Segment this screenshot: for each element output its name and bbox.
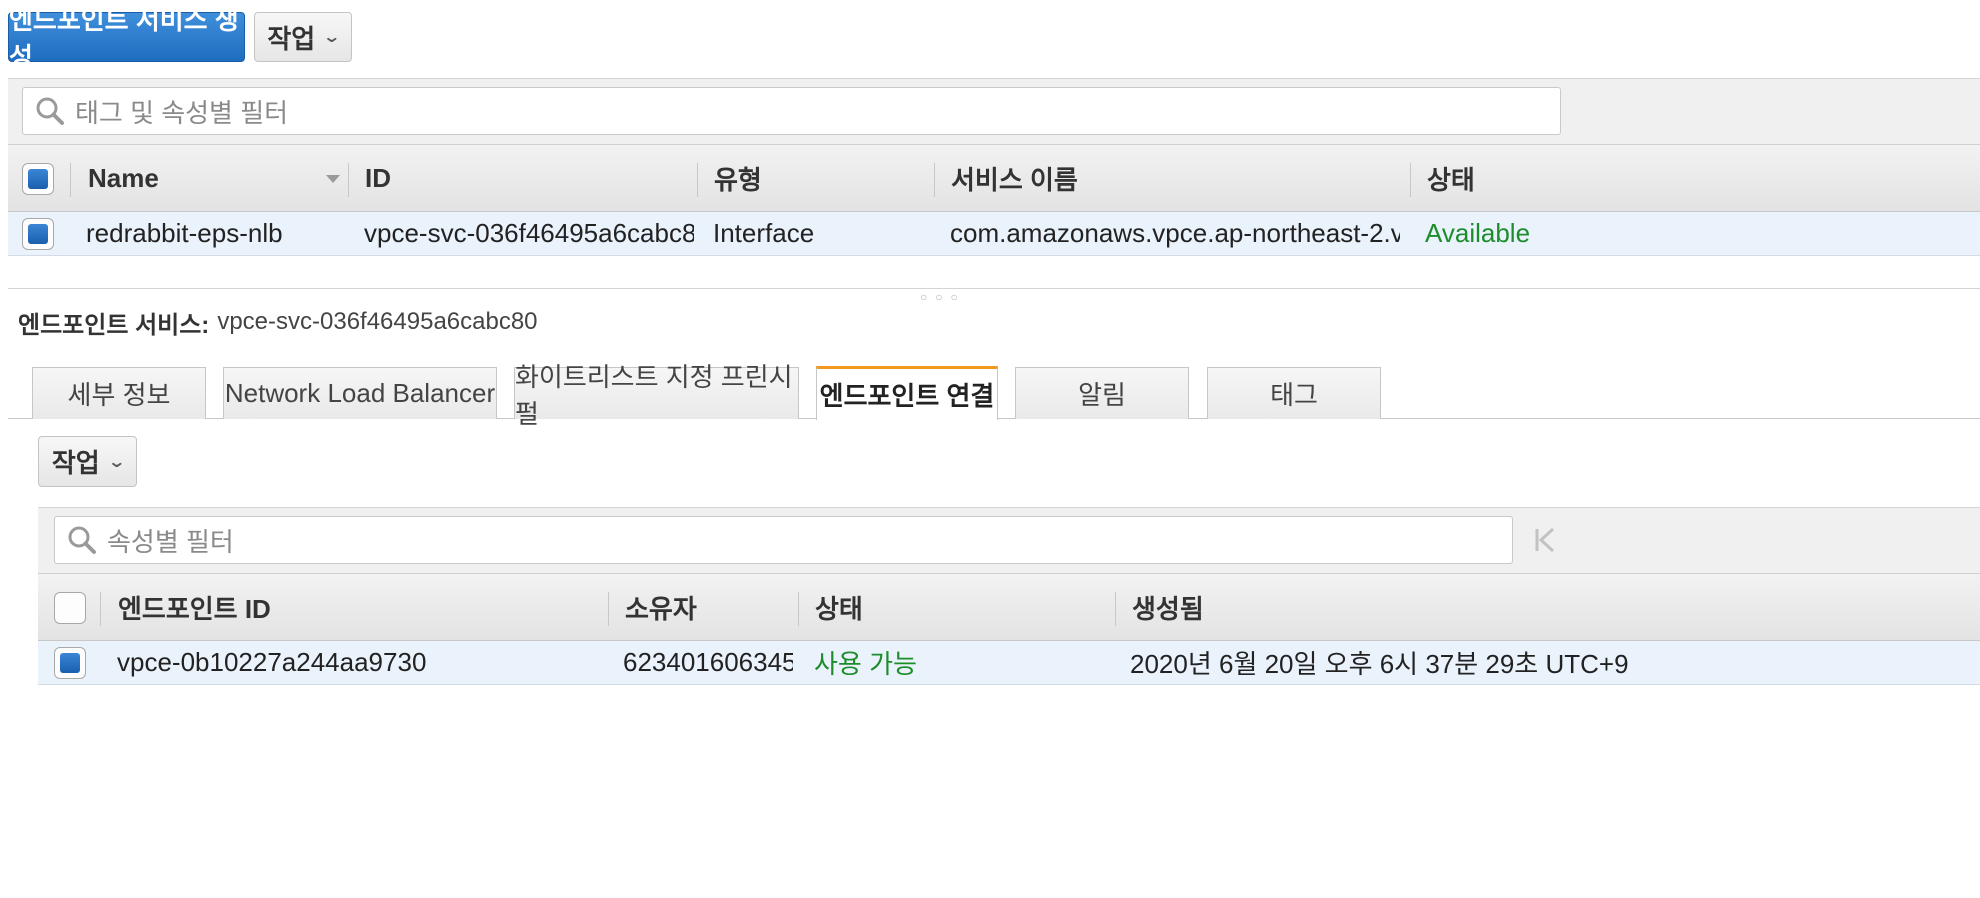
connection-actions-button[interactable]: 작업 ⌄ [38, 436, 137, 487]
detail-label: 엔드포인트 서비스: [18, 311, 210, 339]
tab-network-load-balancer[interactable]: Network Load Balancer [223, 367, 497, 419]
filter-placeholder: 태그 및 속성별 필터 [75, 97, 289, 128]
row-checkbox[interactable] [54, 647, 86, 679]
sort-down-icon[interactable] [326, 175, 340, 185]
row-endpoint-id: vpce-0b10227a244aa9730 [117, 647, 427, 677]
select-all-checkbox[interactable] [54, 592, 86, 624]
actions-button[interactable]: 작업 ⌄ [254, 12, 352, 62]
row-type: Interface [713, 218, 815, 248]
search-icon [68, 526, 96, 554]
tag-attribute-filter-input[interactable]: 태그 및 속성별 필터 [22, 87, 1561, 135]
resize-grip-icon[interactable]: ○○○ [920, 290, 966, 304]
detail-value: vpce-svc-036f46495a6cabc80 [217, 308, 538, 335]
column-header-created[interactable]: 생성됨 [1132, 574, 1204, 640]
create-endpoint-service-button[interactable]: 엔드포인트 서비스 생성 [8, 5, 245, 72]
tab-notifications[interactable]: 알림 [1015, 367, 1189, 419]
connection-table-header: 엔드포인트 ID 소유자 상태 생성됨 [38, 573, 1980, 641]
column-header-id[interactable]: ID [365, 145, 391, 211]
column-header-type[interactable]: 유형 [714, 145, 762, 211]
column-header-owner[interactable]: 소유자 [625, 574, 697, 640]
actions-button-label: 작업 [267, 23, 316, 54]
table-row[interactable]: vpce-0b10227a244aa9730 623401606345 사용 가… [38, 641, 1980, 685]
column-header-service-name[interactable]: 서비스 이름 [951, 145, 1078, 211]
row-owner: 623401606345 [623, 647, 793, 677]
row-id: vpce-svc-036f46495a6cabc80 [364, 218, 694, 248]
table-row[interactable]: redrabbit-eps-nlb vpce-svc-036f46495a6ca… [8, 212, 1980, 256]
row-status: Available [1425, 218, 1531, 248]
chevron-down-icon: ⌄ [107, 453, 126, 471]
connection-actions-label: 작업 [51, 448, 100, 478]
row-name: redrabbit-eps-nlb [86, 218, 283, 248]
column-header-endpoint-id[interactable]: 엔드포인트 ID [118, 574, 271, 640]
connection-filter-bar: 속성별 필터 [38, 507, 1980, 573]
row-checkbox[interactable] [22, 218, 54, 250]
tab-whitelisted-principals[interactable]: 화이트리스트 지정 프린시펄 [514, 362, 799, 429]
search-icon [36, 97, 64, 125]
attribute-filter-input[interactable]: 속성별 필터 [54, 516, 1513, 564]
main-table-header: Name ID 유형 서비스 이름 상태 [8, 144, 1980, 212]
tab-endpoint-connections[interactable]: 엔드포인트 연결 [816, 366, 998, 420]
column-header-status[interactable]: 상태 [815, 574, 863, 640]
column-header-name[interactable]: Name [88, 145, 159, 211]
detail-title: 엔드포인트 서비스: vpce-svc-036f46495a6cabc80 [18, 307, 538, 339]
first-page-icon[interactable] [1528, 520, 1562, 560]
tab-tags[interactable]: 태그 [1207, 367, 1381, 419]
select-all-checkbox[interactable] [22, 163, 54, 195]
row-status: 사용 가능 [814, 649, 917, 679]
filter-placeholder: 속성별 필터 [107, 526, 234, 557]
row-created: 2020년 6월 20일 오후 6시 37분 29초 UTC+9 [1130, 649, 1629, 679]
chevron-down-icon: ⌄ [322, 29, 342, 46]
row-service-name: com.amazonaws.vpce.ap-northeast-2.vpc… [950, 218, 1400, 248]
split-divider[interactable] [8, 288, 1980, 289]
main-filter-bar: 태그 및 속성별 필터 [8, 78, 1980, 144]
column-header-status[interactable]: 상태 [1427, 145, 1475, 211]
tab-details[interactable]: 세부 정보 [32, 367, 206, 419]
